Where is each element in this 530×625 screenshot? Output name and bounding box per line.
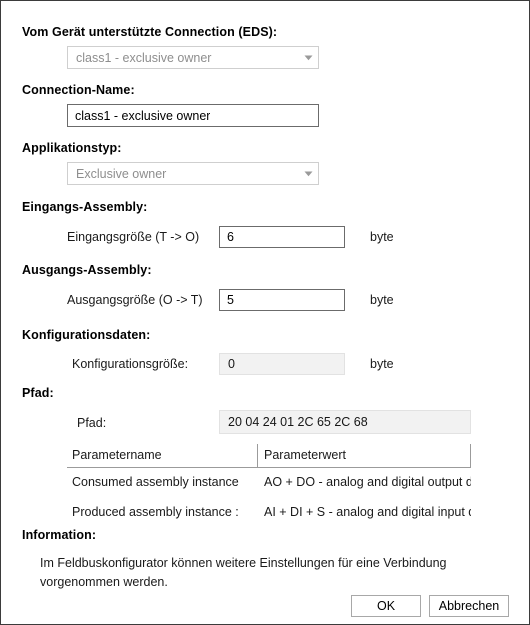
path-heading: Pfad: (22, 386, 54, 400)
row-0-parameter-value: AO + DO - analog and digital output data (264, 475, 471, 489)
application-type-heading: Applikationstyp: (22, 141, 122, 155)
column-header-parameter-name[interactable]: Parametername (72, 444, 252, 467)
connection-name-input[interactable]: class1 - exclusive owner (67, 104, 319, 127)
chevron-down-icon (298, 55, 318, 61)
row-0-parameter-name: Consumed assembly instance (72, 475, 239, 489)
output-size-label: Ausgangsgröße (O -> T) (67, 293, 203, 307)
input-size-input[interactable]: 6 (219, 226, 345, 248)
connection-name-value: class1 - exclusive owner (75, 108, 211, 123)
config-size-value: 0 (228, 357, 235, 371)
supported-connection-value: class1 - exclusive owner (76, 50, 212, 65)
configuration-data-heading: Konfigurationsdaten: (22, 328, 151, 342)
table-row[interactable]: Produced assembly instance : AI + DI + S… (67, 500, 471, 521)
path-field: 20 04 24 01 2C 65 2C 68 (219, 410, 471, 434)
path-value: 20 04 24 01 2C 65 2C 68 (228, 415, 368, 429)
input-size-value: 6 (227, 230, 234, 244)
application-type-value: Exclusive owner (76, 166, 167, 181)
chevron-down-icon (298, 171, 318, 177)
column-divider[interactable] (257, 444, 258, 467)
row-1-parameter-value: AI + DI + S - analog and digital input d… (264, 505, 471, 519)
cancel-button[interactable]: Abbrechen (429, 595, 509, 617)
path-label: Pfad: (77, 416, 107, 430)
input-size-unit: byte (370, 230, 394, 244)
ok-button[interactable]: OK (351, 595, 421, 617)
connection-name-heading: Connection-Name: (22, 83, 135, 97)
column-header-parameter-value[interactable]: Parameterwert (264, 444, 464, 467)
information-text: Im Feldbuskonfigurator können weitere Ei… (40, 556, 447, 589)
output-size-input[interactable]: 5 (219, 289, 345, 311)
input-assembly-heading: Eingangs-Assembly: (22, 200, 148, 214)
config-size-unit: byte (370, 357, 394, 371)
table-row[interactable]: Consumed assembly instance AO + DO - ana… (67, 470, 471, 495)
config-size-field: 0 (219, 353, 345, 375)
connection-dialog: Vom Gerät unterstützte Connection (EDS):… (0, 0, 530, 625)
grid-right-edge (470, 444, 471, 467)
parameter-grid-header: Parametername Parameterwert (67, 444, 471, 468)
parameter-grid[interactable]: Parametername Parameterwert Consumed ass… (67, 444, 471, 521)
config-size-label: Konfigurationsgröße: (72, 357, 189, 371)
application-type-dropdown[interactable]: Exclusive owner (67, 162, 319, 185)
input-size-label: Eingangsgröße (T -> O) (67, 230, 200, 244)
dialog-content: Vom Gerät unterstützte Connection (EDS):… (1, 1, 529, 624)
supported-connection-heading: Vom Gerät unterstützte Connection (EDS): (22, 25, 278, 39)
information-heading: Information: (22, 528, 97, 542)
row-1-parameter-name: Produced assembly instance : (72, 505, 239, 519)
output-size-value: 5 (227, 293, 234, 307)
output-size-unit: byte (370, 293, 394, 307)
supported-connection-dropdown[interactable]: class1 - exclusive owner (67, 46, 319, 69)
output-assembly-heading: Ausgangs-Assembly: (22, 263, 152, 277)
